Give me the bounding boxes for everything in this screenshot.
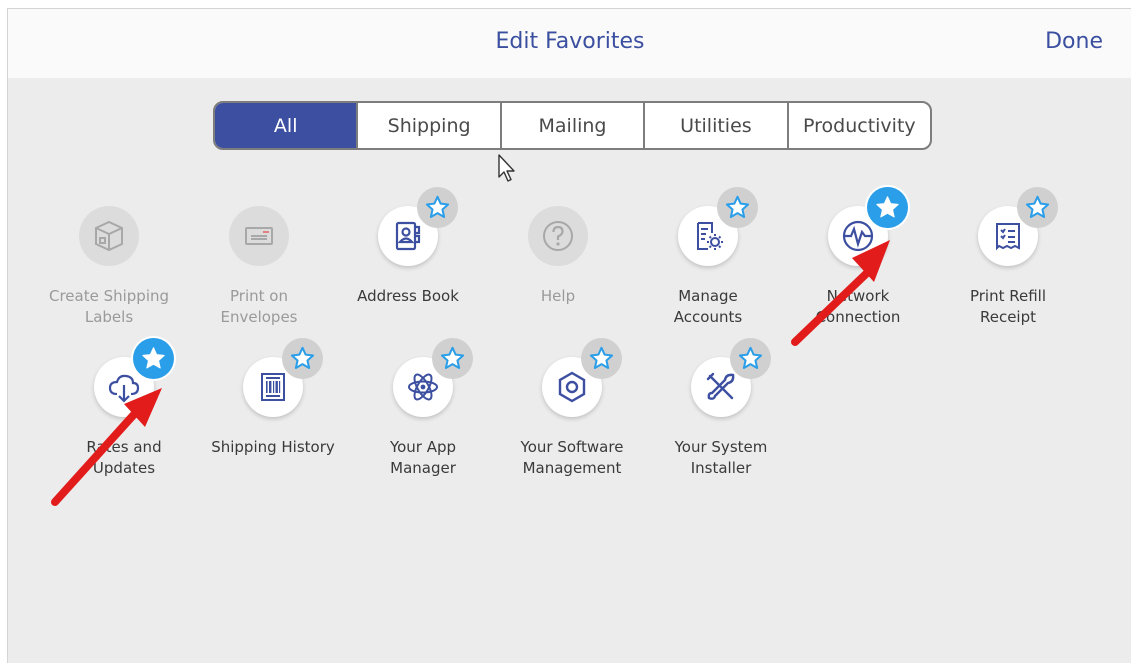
annotation-arrow-right [791,240,890,346]
annotation-arrows [51,240,890,506]
annotation-arrow-left [51,388,162,506]
